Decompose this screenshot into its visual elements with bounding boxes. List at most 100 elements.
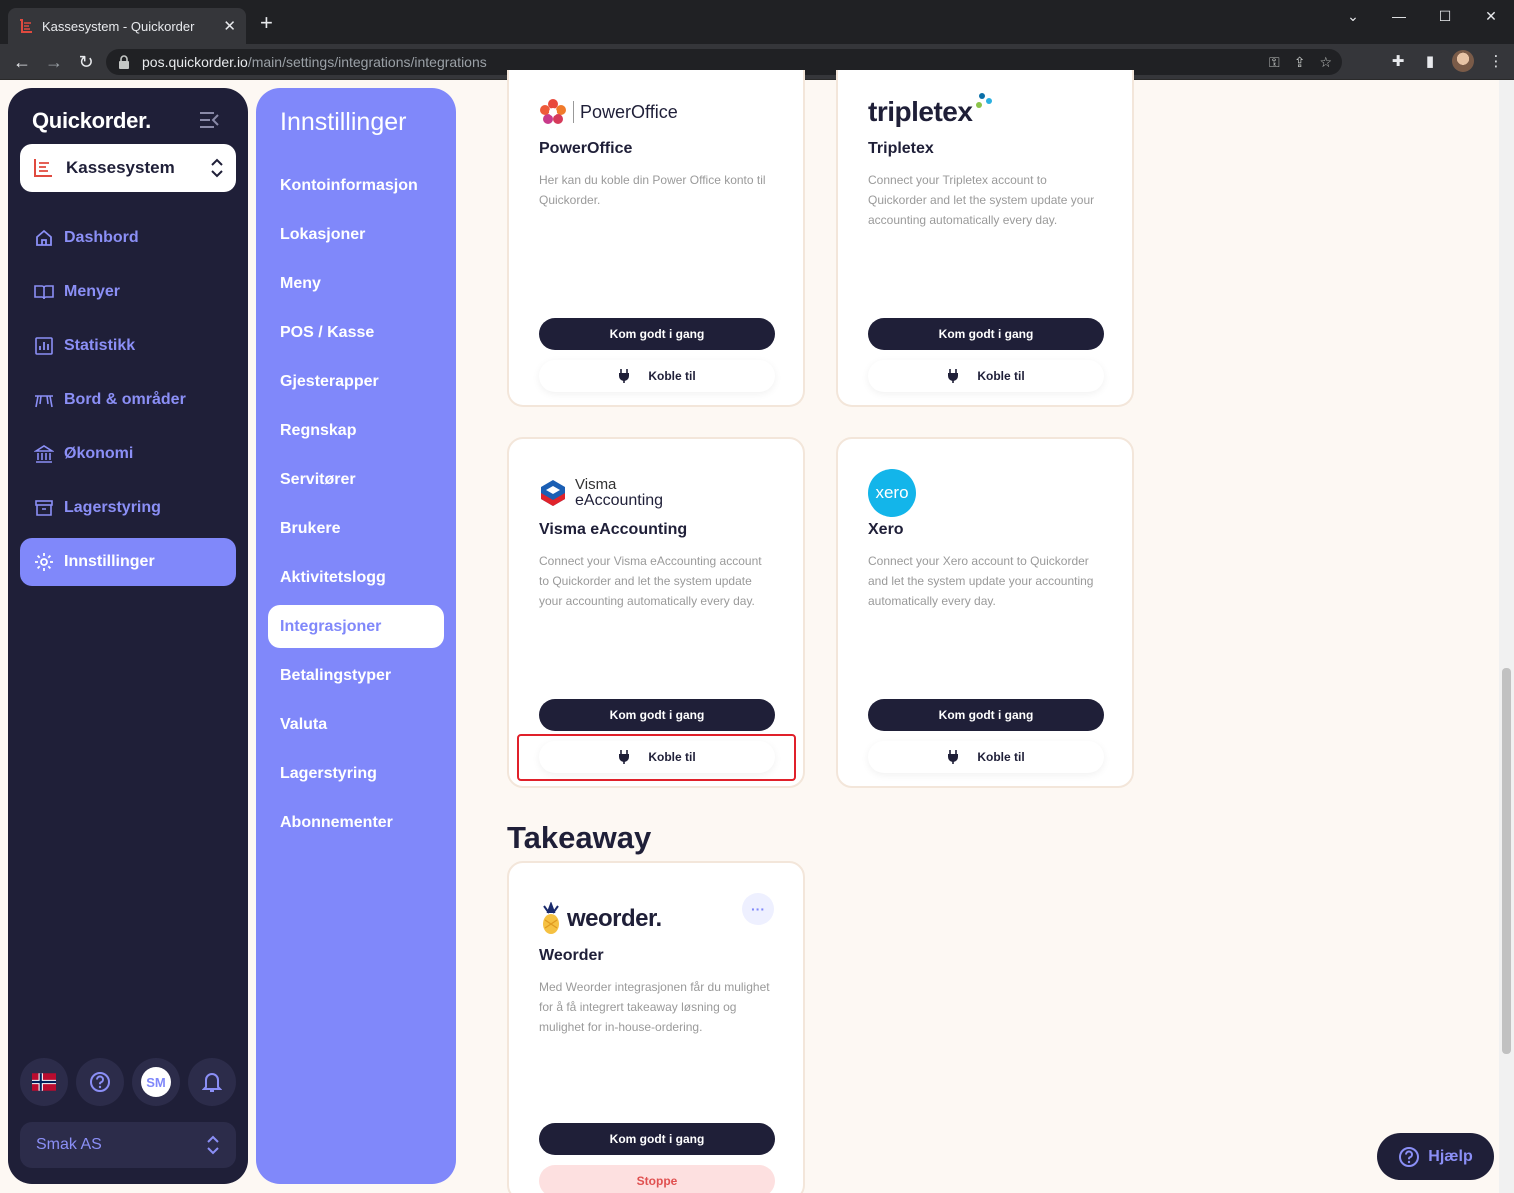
- tab-title: Kassesystem - Quickorder: [42, 18, 195, 34]
- settings-item-integrasjoner[interactable]: Integrasjoner: [268, 605, 444, 648]
- help-circle-button[interactable]: [76, 1058, 124, 1106]
- browser-tab[interactable]: Kassesystem - Quickorder ✕: [8, 8, 246, 44]
- window-controls: ⌄ — ☐ ✕: [1330, 0, 1514, 32]
- company-select-label: Smak AS: [36, 1136, 102, 1153]
- page-scrollbar[interactable]: [1499, 80, 1514, 1193]
- xero-logo: xero: [868, 469, 1102, 517]
- tripletex-logo-text: tripletex: [868, 96, 973, 127]
- integration-card-tripletex: tripletex Tripletex Connect your Triplet…: [836, 70, 1134, 407]
- bell-icon: [202, 1073, 222, 1092]
- settings-item-regnskap[interactable]: Regnskap: [268, 409, 444, 452]
- maximize-icon[interactable]: ☐: [1422, 0, 1468, 32]
- nav-item-lagerstyring[interactable]: Lagerstyring: [20, 484, 236, 532]
- extension-icon[interactable]: ✚: [1388, 52, 1408, 70]
- get-started-button[interactable]: Kom godt i gang: [868, 318, 1104, 350]
- tab-close-icon[interactable]: ✕: [223, 17, 236, 35]
- minimize-icon[interactable]: —: [1376, 0, 1422, 32]
- connect-button-label: Koble til: [977, 750, 1025, 764]
- poweroffice-logo: PowerOffice: [539, 88, 773, 136]
- settings-item-meny[interactable]: Meny: [268, 262, 444, 305]
- integration-card-weorder: weorder. ··· Weorder Med Weorder integra…: [507, 861, 805, 1193]
- settings-item-brukere[interactable]: Brukere: [268, 507, 444, 550]
- card-description: Med Weorder integrasjonen får du mulighe…: [539, 980, 770, 1034]
- notifications-button[interactable]: [188, 1058, 236, 1106]
- nav-item-innstillinger[interactable]: Innstillinger: [20, 538, 236, 586]
- settings-item-pos-kasse[interactable]: POS / Kasse: [268, 311, 444, 354]
- get-started-button[interactable]: Kom godt i gang: [539, 699, 775, 731]
- settings-item-lokasjoner[interactable]: Lokasjoner: [268, 213, 444, 256]
- nav-item-label: Menyer: [64, 283, 121, 300]
- scrollbar-thumb[interactable]: [1502, 668, 1511, 1054]
- settings-item-kontoinformasjon[interactable]: Kontoinformasjon: [268, 164, 444, 207]
- url-host: pos.quickorder.io: [142, 54, 248, 70]
- language-button[interactable]: [20, 1058, 68, 1106]
- card-description: Connect your Visma eAccounting account t…: [539, 554, 762, 608]
- collapse-menu-icon[interactable]: [198, 110, 220, 130]
- xero-logo-circle: xero: [868, 469, 916, 517]
- nav-item-label: Økonomi: [64, 445, 134, 462]
- chevron-updown-icon: [211, 158, 223, 178]
- key-icon[interactable]: ⚿: [1269, 54, 1280, 71]
- help-button[interactable]: Hjælp: [1377, 1133, 1494, 1180]
- settings-item-abonnementer[interactable]: Abonnementer: [268, 801, 444, 844]
- nav-item-menyer[interactable]: Menyer: [20, 268, 236, 316]
- nav-item-label: Bord & områder: [64, 391, 186, 408]
- share-icon[interactable]: ⇪: [1294, 54, 1306, 71]
- connect-button[interactable]: Koble til: [868, 360, 1104, 392]
- nav-item-bord[interactable]: Bord & områder: [20, 376, 236, 424]
- star-icon[interactable]: ☆: [1319, 54, 1332, 71]
- get-started-button[interactable]: Kom godt i gang: [539, 318, 775, 350]
- lock-icon: [119, 55, 129, 69]
- connect-button[interactable]: Koble til: [539, 360, 775, 392]
- more-options-button[interactable]: ···: [742, 893, 774, 925]
- card-description: Her kan du koble din Power Office konto …: [539, 173, 766, 207]
- tripletex-logo: tripletex: [868, 88, 1102, 136]
- forward-icon[interactable]: →: [42, 50, 66, 74]
- card-title: Xero: [868, 521, 904, 538]
- visma-logo: Visma eAccounting: [539, 469, 773, 517]
- get-started-button[interactable]: Kom godt i gang: [868, 699, 1104, 731]
- app-select[interactable]: Kassesystem: [20, 144, 236, 192]
- question-icon: [1399, 1146, 1420, 1167]
- highlight-annotation: [517, 734, 796, 781]
- settings-item-gjesterapper[interactable]: Gjesterapper: [268, 360, 444, 403]
- weorder-logo-text: weorder.: [567, 905, 662, 932]
- company-select[interactable]: Smak AS: [20, 1122, 236, 1168]
- new-tab-icon[interactable]: +: [260, 12, 273, 34]
- chevron-down-icon[interactable]: ⌄: [1330, 0, 1376, 32]
- side-panel-icon[interactable]: ▮: [1420, 52, 1440, 70]
- chart-icon: [35, 337, 53, 355]
- home-icon: [36, 229, 52, 246]
- settings-sidebar: Innstillinger Kontoinformasjon Lokasjone…: [256, 88, 456, 1184]
- url-path: /main/settings/integrations/integrations: [247, 54, 487, 70]
- settings-item-betalingstyper[interactable]: Betalingstyper: [268, 654, 444, 697]
- card-title: Weorder: [539, 947, 604, 964]
- nav-item-statistikk[interactable]: Statistikk: [20, 322, 236, 370]
- kassesystem-icon: [34, 159, 52, 177]
- browser-titlebar: Kassesystem - Quickorder ✕ + ⌄ — ☐ ✕: [0, 0, 1514, 44]
- connect-button-label: Koble til: [648, 369, 696, 383]
- stop-button[interactable]: Stoppe: [539, 1165, 775, 1193]
- connect-button[interactable]: Koble til: [868, 741, 1104, 773]
- settings-title: Innstillinger: [280, 108, 407, 136]
- table-icon: [35, 395, 53, 408]
- nav-item-label: Dashbord: [64, 229, 139, 246]
- nav-item-label: Statistikk: [64, 337, 136, 354]
- main-sidebar: Quickorder. Kassesystem Dashbord Menyer …: [8, 88, 248, 1184]
- brand-logo: Quickorder.: [32, 108, 151, 133]
- user-button[interactable]: SM: [132, 1058, 180, 1106]
- nav-item-okonomi[interactable]: Økonomi: [20, 430, 236, 478]
- settings-item-lagerstyring[interactable]: Lagerstyring: [268, 752, 444, 795]
- profile-avatar[interactable]: [1452, 50, 1474, 72]
- menu-dots-icon[interactable]: ⋮: [1486, 52, 1506, 70]
- settings-item-servitorer[interactable]: Servitører: [268, 458, 444, 501]
- back-icon[interactable]: ←: [10, 50, 34, 74]
- nav-item-dashbord[interactable]: Dashbord: [20, 214, 236, 262]
- close-window-icon[interactable]: ✕: [1468, 0, 1514, 32]
- settings-item-valuta[interactable]: Valuta: [268, 703, 444, 746]
- reload-icon[interactable]: ↻: [74, 50, 98, 74]
- card-title: PowerOffice: [539, 140, 633, 157]
- plug-icon: [948, 369, 959, 383]
- get-started-button[interactable]: Kom godt i gang: [539, 1123, 775, 1155]
- settings-item-aktivitetslogg[interactable]: Aktivitetslogg: [268, 556, 444, 599]
